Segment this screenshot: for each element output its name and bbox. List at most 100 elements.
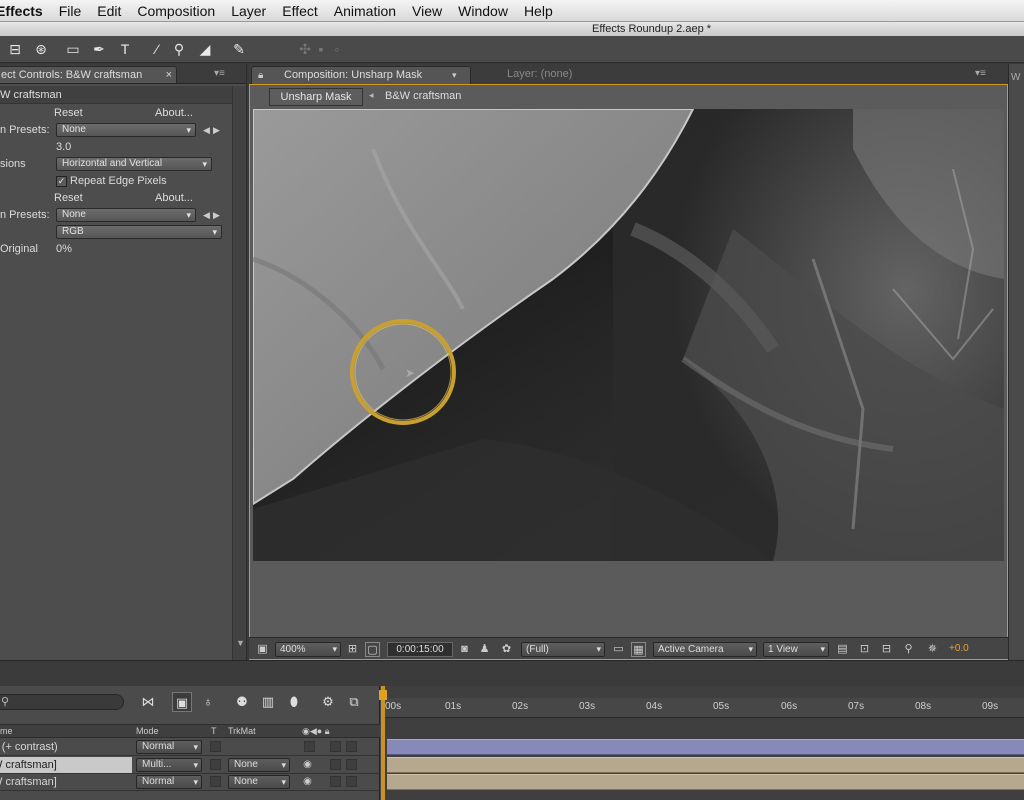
hide-shy-layers-icon[interactable]: ⚉ <box>232 692 252 712</box>
flowchart-next-item[interactable]: B&W craftsman <box>385 90 461 102</box>
column-t-header[interactable]: T <box>211 725 217 738</box>
exposure-value[interactable]: +0.0 <box>949 643 969 654</box>
timeline-layer-row[interactable]: W craftsman] Normal None ◉ <box>0 774 380 791</box>
brainstorm-icon[interactable]: ⚙ <box>318 692 338 712</box>
effect2-about-link[interactable]: About... <box>155 190 193 207</box>
layer-name[interactable]: W craftsman] <box>0 774 132 790</box>
hand-tool-icon[interactable]: ⊟ <box>6 40 24 58</box>
column-trkmat-header[interactable]: TrkMat <box>228 725 256 738</box>
eye-icon[interactable]: ◉ <box>301 775 314 788</box>
snapshot-camera-icon[interactable]: ◙ <box>457 642 472 657</box>
effect1-reset-link[interactable]: Reset <box>54 105 83 122</box>
lock-switch[interactable] <box>346 741 357 752</box>
show-snapshot-icon[interactable]: ♟ <box>477 642 492 657</box>
menu-layer[interactable]: Layer <box>223 3 274 19</box>
effect2-blend-value[interactable]: 0% <box>56 241 72 258</box>
eye-icon[interactable]: ◉ <box>301 758 314 771</box>
brush-tool-icon[interactable]: ⁄ <box>148 40 166 58</box>
menu-view[interactable]: View <box>404 3 450 19</box>
layer-duration-bar[interactable] <box>387 757 1024 773</box>
lock-switch[interactable] <box>346 759 357 770</box>
repeat-edge-pixels-checkbox[interactable]: ✓ <box>56 176 67 187</box>
menu-edit[interactable]: Edit <box>89 3 129 19</box>
effect1-blurriness-value[interactable]: 3.0 <box>56 139 71 156</box>
region-of-interest-icon[interactable]: ▭ <box>611 642 626 657</box>
timeline-layer-row[interactable]: rt (+ contrast) Normal <box>0 739 380 756</box>
layer-name[interactable]: W craftsman] <box>0 757 132 773</box>
resolution-dropdown[interactable]: (Full) <box>521 642 605 657</box>
frame-blending-icon[interactable]: ▥ <box>258 692 278 712</box>
timeline-layer-row[interactable]: W craftsman] Multi... None ◉ <box>0 757 380 774</box>
effect-controls-tab[interactable]: ect Controls: B&W craftsman × <box>0 66 177 83</box>
effect1-presets-dropdown[interactable]: None <box>56 123 196 137</box>
menu-animation[interactable]: Animation <box>326 3 404 19</box>
chevron-down-icon[interactable]: ▾ <box>452 67 457 84</box>
lock-switch[interactable] <box>346 776 357 787</box>
3d-view-dropdown[interactable]: Active Camera <box>653 642 757 657</box>
prev-preset-arrow-icon[interactable]: ◀ <box>203 122 210 139</box>
solo-switch[interactable] <box>330 759 341 770</box>
timeline-graph-area[interactable]: 00s 01s 02s 03s 04s 05s 06s 07s 08s 09s <box>379 686 1024 800</box>
menu-app-name[interactable]: Effects <box>0 3 51 19</box>
lock-icon[interactable]: 🔒︎ <box>258 67 263 84</box>
menu-window[interactable]: Window <box>450 3 516 19</box>
effect2-channel-dropdown[interactable]: RGB <box>56 225 222 239</box>
comp-mini-flowchart-icon[interactable]: ⋈ <box>138 692 158 712</box>
menu-file[interactable]: File <box>51 3 90 19</box>
effect2-reset-link[interactable]: Reset <box>54 190 83 207</box>
current-time-indicator-head[interactable] <box>379 690 387 700</box>
layer-duration-bar[interactable] <box>387 774 1024 790</box>
draft-3d-icon[interactable]: ♁ <box>198 692 218 712</box>
solo-switch[interactable] <box>330 741 341 752</box>
effect2-presets-dropdown[interactable]: None <box>56 208 196 222</box>
eraser-icon[interactable]: ◢ <box>196 40 214 58</box>
column-name-header[interactable]: me <box>0 725 13 738</box>
fast-previews-icon[interactable]: ⊡ <box>857 642 872 657</box>
flowchart-current-comp-button[interactable]: Unsharp Mask <box>269 88 363 106</box>
mask-visibility-icon[interactable]: ▢ <box>365 642 380 657</box>
close-icon[interactable]: × <box>166 67 172 83</box>
timeline-search-input[interactable]: ⚲ <box>0 694 124 710</box>
current-time-indicator[interactable] <box>381 686 385 800</box>
graph-editor-icon[interactable]: ⧉ <box>344 692 364 712</box>
effect1-about-link[interactable]: About... <box>155 105 193 122</box>
preserve-transparency-checkbox[interactable] <box>210 776 221 787</box>
layer-duration-bar[interactable] <box>387 739 1024 755</box>
composition-viewer[interactable]: ➤ <box>253 109 1004 561</box>
view-layout-dropdown[interactable]: 1 View <box>763 642 829 657</box>
toggle-pixel-aspect-icon[interactable]: ▤ <box>835 642 850 657</box>
menu-effect[interactable]: Effect <box>274 3 326 19</box>
layer-name[interactable]: rt (+ contrast) <box>0 739 132 755</box>
layer-mode-dropdown[interactable]: Normal <box>136 775 202 789</box>
clone-stamp-icon[interactable]: ⚲ <box>170 40 188 58</box>
layer-mode-dropdown[interactable]: Normal <box>136 740 202 754</box>
panel-menu-icon[interactable]: ▾≡ <box>975 68 986 79</box>
column-mode-header[interactable]: Mode <box>136 725 159 738</box>
next-preset-arrow-icon[interactable]: ▶ <box>213 122 220 139</box>
current-time-display[interactable]: 0:00:15:00 <box>387 642 453 657</box>
layer-mode-dropdown[interactable]: Multi... <box>136 758 202 772</box>
scroll-down-arrow-icon[interactable]: ▼ <box>236 638 245 648</box>
pen-tool-icon[interactable]: ✒ <box>90 40 108 58</box>
video-switch[interactable] <box>304 741 315 752</box>
flowchart-icon[interactable]: ⚲ <box>901 642 916 657</box>
next-preset-arrow-icon[interactable]: ▶ <box>213 207 220 224</box>
camera-orbit-tool-icon[interactable]: ⊛ <box>32 40 50 58</box>
preserve-transparency-checkbox[interactable] <box>210 759 221 770</box>
preserve-transparency-checkbox[interactable] <box>210 741 221 752</box>
puppet-pin-icon[interactable]: ✎ <box>230 40 248 58</box>
effect1-dimensions-dropdown[interactable]: Horizontal and Vertical <box>56 157 212 171</box>
rectangle-tool-icon[interactable]: ▭ <box>64 40 82 58</box>
effect-controls-scrollbar[interactable]: ▼ <box>232 86 246 660</box>
timeline-icon[interactable]: ⊟ <box>879 642 894 657</box>
composition-tab[interactable]: 🔒︎ Composition: Unsharp Mask ▾ <box>251 66 471 84</box>
transparency-grid-icon[interactable]: ▦ <box>631 642 646 657</box>
layer-trkmat-dropdown[interactable]: None <box>228 775 290 789</box>
menu-composition[interactable]: Composition <box>129 3 223 19</box>
live-update-icon[interactable]: ▣ <box>172 692 192 712</box>
color-channels-icon[interactable]: ✿ <box>499 642 514 657</box>
grid-guides-icon[interactable]: ⊞ <box>345 642 360 657</box>
solo-switch[interactable] <box>330 776 341 787</box>
menu-help[interactable]: Help <box>516 3 561 19</box>
layer-trkmat-dropdown[interactable]: None <box>228 758 290 772</box>
